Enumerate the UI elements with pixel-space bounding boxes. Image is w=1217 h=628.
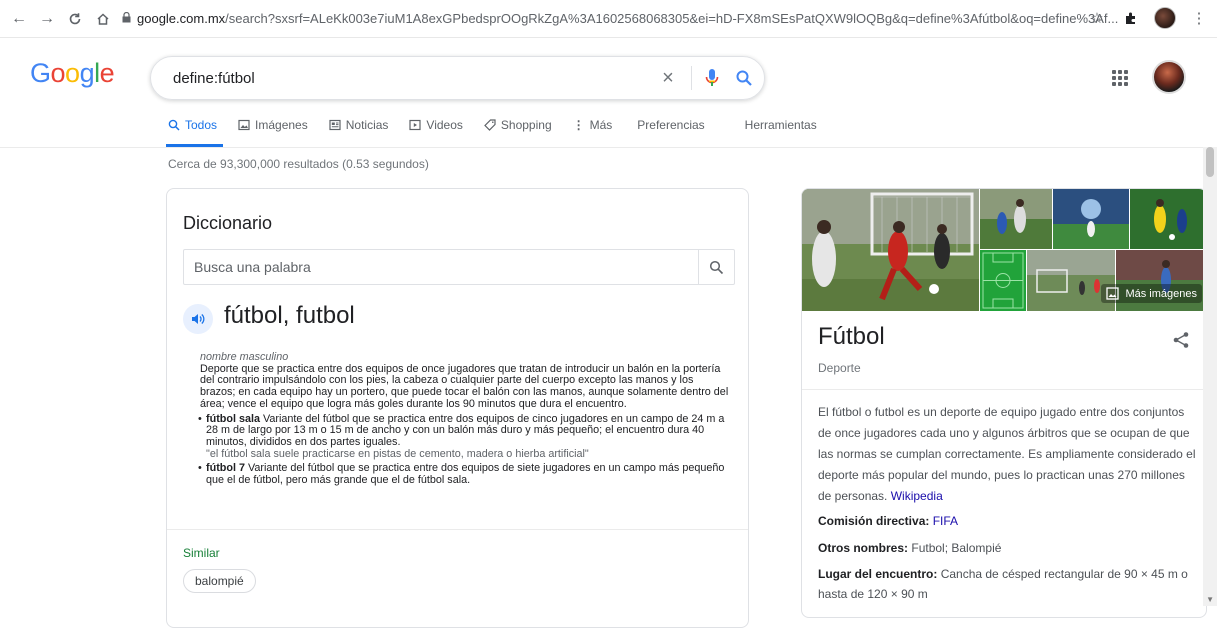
dictionary-search-input[interactable]: Busca una palabra — [184, 259, 698, 275]
entity-subtitle: Deporte — [818, 361, 861, 375]
fact-label: Comisión directiva: — [818, 514, 933, 528]
soccer-photo-4[interactable] — [1130, 189, 1206, 249]
tab-todos[interactable]: Todos — [168, 114, 217, 136]
forward-icon[interactable]: → — [34, 6, 60, 32]
scroll-down-icon[interactable]: ▼ — [1206, 595, 1214, 604]
extensions-icon[interactable] — [1119, 4, 1143, 32]
speaker-icon[interactable] — [183, 304, 213, 334]
tabs-divider — [0, 147, 1217, 148]
image-icon — [238, 119, 250, 131]
subentry-term: fútbol sala — [206, 412, 260, 425]
definition-text: Deporte que se practica entre dos equipo… — [200, 362, 729, 410]
tab-label: Más — [589, 118, 613, 132]
subentry-text: Variante del fútbol que se practica entr… — [206, 462, 725, 487]
subentry-list: fútbol sala Variante del fútbol que se p… — [198, 412, 730, 487]
definitions: nombre masculino Deporte que se practica… — [198, 351, 730, 487]
url-path: /search?sxsrf=ALeKk003e7iuM1A8exGPbedspr… — [225, 11, 1119, 26]
search-input[interactable]: define:fútbol — [173, 70, 653, 87]
home-icon[interactable] — [90, 6, 116, 32]
subentry: fútbol sala Variante del fútbol que se p… — [198, 412, 730, 461]
fact-row: Lugar del encuentro: Cancha de césped re… — [818, 564, 1198, 604]
tab-noticias[interactable]: Noticias — [329, 114, 389, 136]
search-icon — [168, 119, 180, 131]
entity-title: Fútbol — [818, 323, 885, 350]
fact-row: Comisión directiva: FIFA — [818, 511, 1198, 531]
part-of-speech: nombre masculino — [200, 351, 289, 363]
share-icon[interactable] — [1172, 331, 1190, 354]
dictionary-card: Diccionario Busca una palabra fútbol, fu… — [166, 188, 749, 628]
back-icon[interactable]: ← — [6, 6, 32, 32]
tab-label: Shopping — [500, 118, 552, 132]
panel-divider — [802, 389, 1206, 390]
soccer-photo-main[interactable] — [802, 189, 979, 311]
fact-value-link[interactable]: FIFA — [933, 514, 958, 528]
browser-toolbar: ← → google.com.mx/search?sxsrf=ALeKk003e… — [0, 0, 1217, 38]
subentry-term: fútbol 7 — [206, 462, 245, 475]
image-icon — [1106, 287, 1120, 300]
search-tabs: Todos Imágenes Noticias Videos Shopping … — [168, 114, 838, 136]
tab-label: Imágenes — [255, 118, 308, 132]
news-icon — [329, 119, 341, 131]
url-host: google.com.mx — [137, 11, 226, 26]
search-icon[interactable] — [724, 69, 764, 87]
similar-label: Similar — [183, 546, 220, 560]
play-icon — [409, 119, 422, 131]
fact-label: Otros nombres: — [818, 541, 912, 555]
star-icon[interactable]: ☆ — [1085, 4, 1109, 32]
wikipedia-link[interactable]: Wikipedia — [891, 489, 943, 503]
address-bar[interactable]: google.com.mx/search?sxsrf=ALeKk003e7iuM… — [122, 4, 1122, 34]
fact-row: Otros nombres: Futbol; Balompié — [818, 538, 1198, 558]
more-images-label: Más imágenes — [1125, 287, 1197, 300]
tag-icon — [484, 119, 496, 131]
search-divider — [691, 66, 692, 90]
reload-icon[interactable] — [62, 6, 88, 32]
apps-grid-icon[interactable] — [1110, 68, 1130, 88]
tab-mas[interactable]: ⋮ Más — [573, 114, 613, 136]
google-logo[interactable]: Google — [30, 58, 115, 89]
fact-value: Futbol; Balompié — [911, 541, 1002, 555]
similar-chip[interactable]: balompié — [183, 569, 256, 593]
headword: fútbol, futbol — [224, 302, 355, 329]
fact-label: Lugar del encuentro: — [818, 567, 941, 581]
tab-shopping[interactable]: Shopping — [484, 114, 552, 136]
more-images-button[interactable]: Más imágenes — [1101, 284, 1202, 303]
soccer-photo-2[interactable] — [980, 189, 1052, 249]
tab-videos[interactable]: Videos — [409, 114, 463, 136]
clear-icon[interactable]: × — [653, 67, 683, 90]
description-text: El fútbol o futbol es un deporte de equi… — [818, 405, 1196, 503]
dictionary-divider — [167, 529, 748, 530]
subentry-example: "el fútbol sala suele practicarse en pis… — [206, 447, 589, 460]
soccer-photo-3[interactable] — [1053, 189, 1129, 249]
tab-herramientas[interactable]: Herramientas — [745, 114, 817, 136]
search-box[interactable]: define:fútbol × — [150, 56, 765, 100]
tab-label: Herramientas — [744, 118, 817, 132]
tab-label: Preferencias — [637, 118, 705, 132]
kebab-menu-icon[interactable]: ⋮ — [1187, 4, 1211, 32]
tab-label: Noticias — [345, 118, 389, 132]
dictionary-search[interactable]: Busca una palabra — [183, 249, 735, 285]
account-avatar[interactable] — [1152, 60, 1186, 94]
tab-preferencias[interactable]: Preferencias — [637, 114, 704, 136]
subentry: fútbol 7 Variante del fútbol que se prac… — [198, 462, 730, 487]
soccer-field-diagram[interactable] — [980, 250, 1026, 311]
search-icon[interactable] — [698, 250, 734, 284]
scrollbar-thumb[interactable] — [1206, 147, 1214, 177]
subentry-text: Variante del fútbol que se practica entr… — [206, 412, 725, 448]
tab-imagenes[interactable]: Imágenes — [238, 114, 308, 136]
entity-description: El fútbol o futbol es un deporte de equi… — [818, 402, 1198, 507]
knowledge-panel: Más imágenes Fútbol Deporte El fútbol o … — [801, 188, 1207, 618]
lock-icon — [122, 11, 131, 26]
mic-icon[interactable] — [700, 68, 724, 88]
more-vert-icon: ⋮ — [572, 118, 585, 132]
profile-icon[interactable] — [1153, 4, 1177, 32]
tab-label: Todos — [185, 118, 218, 132]
dictionary-title: Diccionario — [183, 213, 273, 233]
tab-label: Videos — [426, 118, 463, 132]
result-stats: Cerca de 93,300,000 resultados (0.53 seg… — [168, 157, 429, 171]
page-scrollbar[interactable]: ▼ — [1203, 147, 1217, 606]
image-collage[interactable]: Más imágenes — [802, 189, 1206, 311]
